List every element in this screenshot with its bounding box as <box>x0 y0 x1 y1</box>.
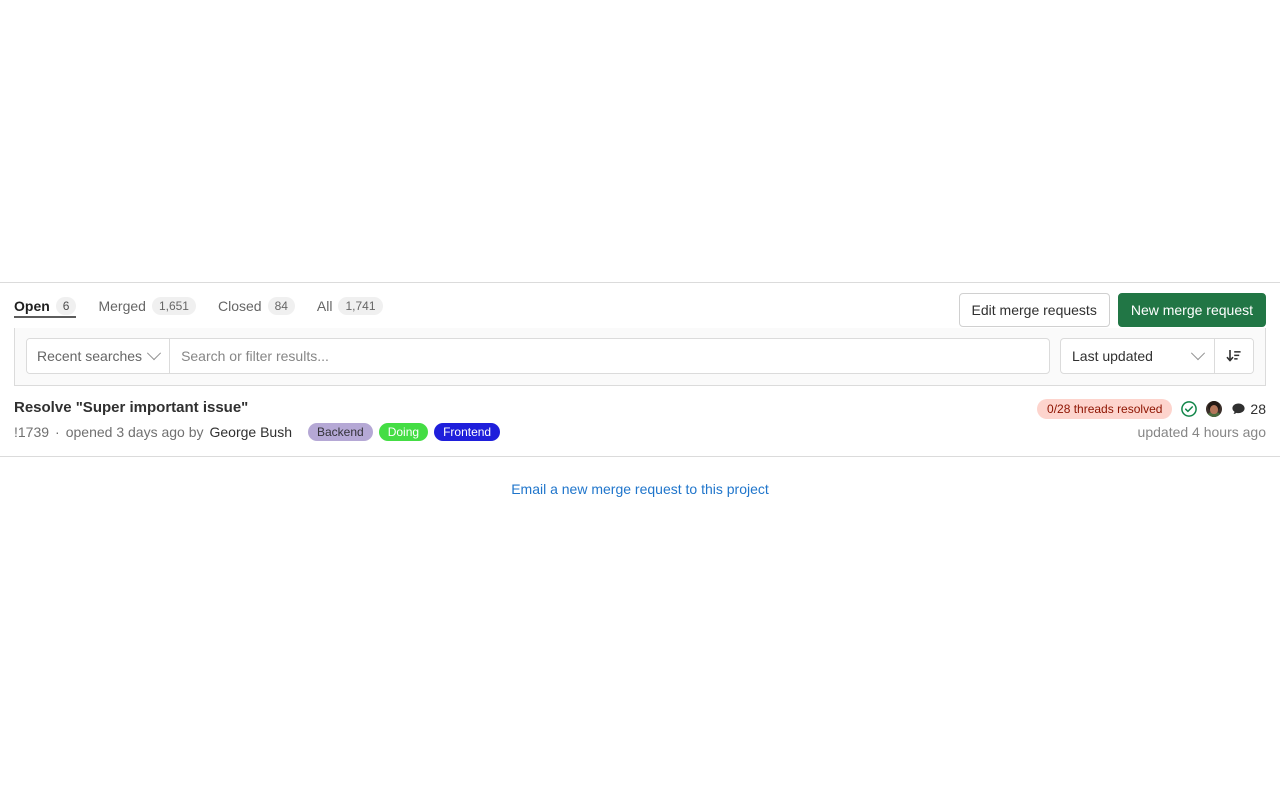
merge-request-main: Resolve "Super important issue" !1739 · … <box>14 398 1037 442</box>
recent-searches-label: Recent searches <box>37 348 143 364</box>
merge-request-status-row: 0/28 threads resolved 28 <box>1037 399 1266 419</box>
meta-separator: · <box>55 424 60 440</box>
tab-open[interactable]: Open 6 <box>14 283 87 329</box>
merge-request-author-link[interactable]: George Bush <box>210 422 293 442</box>
merge-request-list: Resolve "Super important issue" !1739 · … <box>0 386 1280 457</box>
merge-request-row: Resolve "Super important issue" !1739 · … <box>0 386 1280 456</box>
merge-request-reference: !1739 <box>14 424 50 440</box>
email-new-merge-request-link[interactable]: Email a new merge request to this projec… <box>511 481 769 497</box>
sort-controls: Last updated <box>1060 338 1254 374</box>
comment-icon <box>1232 403 1246 414</box>
edit-merge-requests-button[interactable]: Edit merge requests <box>958 293 1110 327</box>
new-merge-request-button[interactable]: New merge request <box>1117 293 1266 327</box>
tab-closed-count: 84 <box>267 297 295 315</box>
tab-list: Open 6 Merged 1,651 Closed 84 All 1,741 <box>14 283 394 329</box>
tab-closed-label: Closed <box>217 298 262 314</box>
chevron-down-icon <box>146 346 162 361</box>
merge-request-meta: !1739 · opened 3 days ago by George Bush… <box>14 422 1037 442</box>
merge-requests-page: Open 6 Merged 1,651 Closed 84 All 1,741 … <box>0 0 1280 800</box>
tab-merged-count: 1,651 <box>151 297 196 315</box>
chevron-down-icon <box>1190 346 1206 361</box>
label-chip-doing[interactable]: Doing <box>378 423 429 441</box>
tab-all-count: 1,741 <box>338 297 383 315</box>
search-input[interactable] <box>170 339 1049 373</box>
sort-by-label: Last updated <box>1072 348 1153 364</box>
merge-request-opened-text: opened 3 days ago by <box>65 424 204 440</box>
tab-all[interactable]: All 1,741 <box>306 283 394 329</box>
tab-open-count: 6 <box>55 297 77 315</box>
tab-merged-label: Merged <box>98 298 146 314</box>
tab-closed[interactable]: Closed 84 <box>207 283 306 329</box>
threads-resolved-badge: 0/28 threads resolved <box>1037 399 1173 419</box>
comment-count-link[interactable]: 28 <box>1231 401 1266 417</box>
comment-count: 28 <box>1250 401 1266 417</box>
search-filter-group: Recent searches <box>26 338 1050 374</box>
sort-direction-button[interactable] <box>1215 339 1253 373</box>
page-top-blank-area <box>0 0 1280 282</box>
recent-searches-dropdown[interactable]: Recent searches <box>27 339 171 373</box>
filter-bar: Recent searches Last updated <box>14 328 1266 386</box>
merge-request-updated-text: updated 4 hours ago <box>1137 424 1266 440</box>
merge-request-state-tabs: Open 6 Merged 1,651 Closed 84 All 1,741 … <box>0 282 1280 328</box>
tab-all-label: All <box>316 298 333 314</box>
email-merge-request-row: Email a new merge request to this projec… <box>0 457 1280 497</box>
merge-request-title-link[interactable]: Resolve "Super important issue" <box>14 398 1037 418</box>
check-circle-icon[interactable] <box>1181 401 1198 417</box>
tab-merged[interactable]: Merged 1,651 <box>87 283 207 329</box>
sort-by-dropdown[interactable]: Last updated <box>1061 339 1215 373</box>
avatar[interactable] <box>1206 401 1223 417</box>
tab-actions: Edit merge requests New merge request <box>958 283 1266 327</box>
tab-open-label: Open <box>14 298 50 314</box>
label-chip-backend[interactable]: Backend <box>308 423 373 441</box>
merge-request-side-info: 0/28 threads resolved 28 updated 4 hours… <box>1037 398 1266 440</box>
sort-descending-icon <box>1226 350 1241 362</box>
label-chip-frontend[interactable]: Frontend <box>434 423 501 441</box>
